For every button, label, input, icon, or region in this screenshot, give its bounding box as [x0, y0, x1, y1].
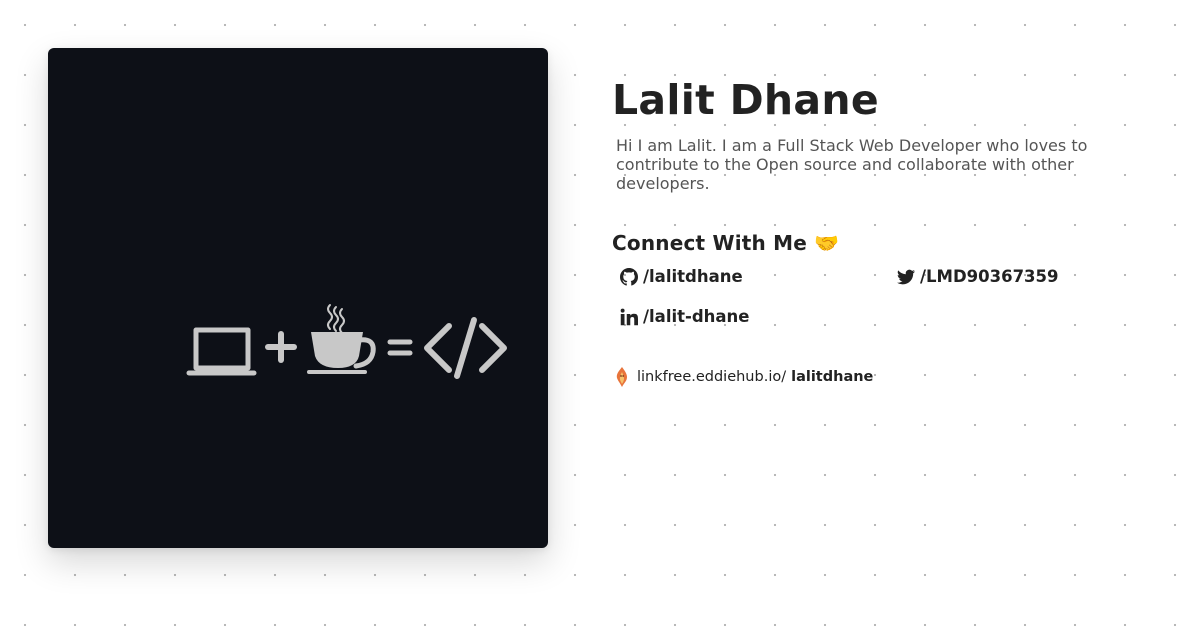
github-link[interactable]: /lalitdhane — [620, 267, 743, 286]
laptop-plus-coffee-equals-code-icon — [186, 304, 507, 379]
linkedin-icon — [620, 308, 638, 325]
linkedin-link-label: /lalit-dhane — [643, 307, 750, 326]
linkedin-link[interactable]: /lalit-dhane — [620, 307, 750, 326]
linkfree-logo-icon — [616, 367, 627, 387]
linkfree-handle: lalitdhane — [791, 369, 874, 385]
profile-avatar — [48, 48, 548, 548]
github-link-label: /lalitdhane — [643, 267, 743, 286]
github-icon — [620, 267, 638, 286]
twitter-icon — [897, 269, 915, 284]
profile-info: Lalit Dhane Hi I am Lalit. I am a Full S… — [612, 70, 1152, 357]
profile-bio: Hi I am Lalit. I am a Full Stack Web Dev… — [616, 136, 1088, 193]
social-links: /lalitdhane /LMD90367359 /lalit-dhane — [612, 267, 1152, 357]
twitter-link-label: /LMD90367359 — [920, 267, 1059, 286]
linkfree-base-url: linkfree.eddiehub.io/ — [637, 369, 787, 385]
twitter-link[interactable]: /LMD90367359 — [897, 267, 1059, 286]
profile-name: Lalit Dhane — [612, 76, 879, 124]
linkfree-profile-link[interactable]: linkfree.eddiehub.io/ lalitdhane — [612, 366, 873, 388]
connect-heading: Connect With Me 🤝 — [612, 231, 840, 255]
